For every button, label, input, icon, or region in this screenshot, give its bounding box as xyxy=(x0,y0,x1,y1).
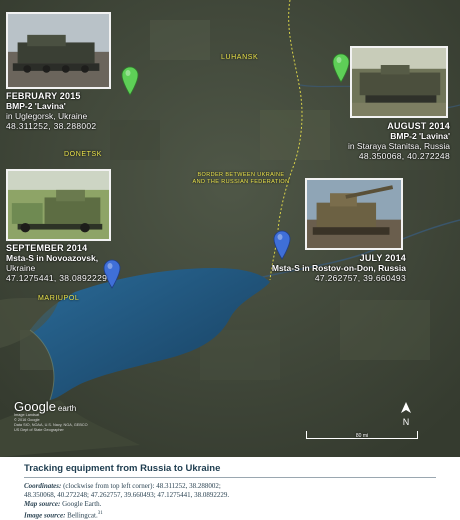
marker-caption-aug-2014: AUGUST 2014 BMP-2 'Lavina' in Staraya St… xyxy=(300,121,450,161)
coordinates-note: Coordinates: (clockwise from top left co… xyxy=(24,482,221,490)
scale-label: 80 mi xyxy=(355,433,369,439)
marker-coords: 47.262757, 39.660493 xyxy=(314,273,406,283)
marker-vehicle: BMP-2 'Lavina' xyxy=(390,131,450,141)
city-label-mariupol: MARIUPOL xyxy=(38,295,80,302)
marker-caption-sep-2014: SEPTEMBER 2014 Msta-S in Novoazovsk, Ukr… xyxy=(6,243,136,283)
image-attribution: Image Landsat © 2016 Google Data SIO, NO… xyxy=(14,413,88,432)
marker-location: in Staraya Stanitsa, Russia xyxy=(347,141,450,151)
marker-coords: 48.350068, 40.272248 xyxy=(358,151,450,161)
photo-msta-s-rostov xyxy=(305,178,403,250)
photo-msta-s-novoazovsk xyxy=(6,169,111,241)
marker-date: JULY 2014 xyxy=(359,253,406,263)
city-label-luhansk: LUHANSK xyxy=(221,54,259,61)
map-pin-icon[interactable] xyxy=(332,53,350,83)
marker-caption-jul-2014: JULY 2014 Msta-S in Rostov-on-Don, Russi… xyxy=(260,253,406,283)
marker-date: SEPTEMBER 2014 xyxy=(6,243,88,253)
marker-coords: 48.311252, 38.288002 xyxy=(6,121,97,131)
caption-divider xyxy=(24,477,436,478)
svg-text:N: N xyxy=(403,417,410,427)
marker-vehicle: BMP-2 'Lavina' xyxy=(6,101,66,111)
marker-caption-feb-2015: FEBRUARY 2015 BMP-2 'Lavina' in Uglegors… xyxy=(6,91,136,131)
marker-location: in Uglegorsk, Ukraine xyxy=(6,111,88,121)
marker-vehicle: Msta-S in Novoazovsk, xyxy=(6,253,99,263)
figure-caption: Tracking equipment from Russia to Ukrain… xyxy=(0,457,460,520)
photo-bmp2-staraya-stanitsa xyxy=(350,46,448,118)
map-source-note: Map source: Google Earth. xyxy=(24,500,102,508)
border-label: BORDER BETWEEN UKRAINE AND THE RUSSIAN F… xyxy=(192,172,290,185)
image-source-note: Image source: Bellingcat.31 xyxy=(24,511,103,520)
google-earth-logo: Google earth xyxy=(14,399,77,414)
satellite-map[interactable]: FEBRUARY 2015 BMP-2 'Lavina' in Uglegors… xyxy=(0,0,460,457)
marker-location: Ukraine xyxy=(6,263,36,273)
marker-date: AUGUST 2014 xyxy=(387,121,450,131)
city-label-donetsk: DONETSK xyxy=(64,151,103,158)
marker-date: FEBRUARY 2015 xyxy=(6,91,81,101)
marker-coords: 47.1275441, 38.0892229 xyxy=(6,273,108,283)
coordinates-note-continued: 48.350068, 40.272248; 47.262757, 39.6604… xyxy=(24,491,230,499)
north-arrow-icon: N xyxy=(401,402,411,427)
figure-title: Tracking equipment from Russia to Ukrain… xyxy=(24,463,221,474)
marker-vehicle: Msta-S in Rostov-on-Don, Russia xyxy=(271,263,406,273)
photo-bmp2-uglegorsk xyxy=(6,12,111,89)
